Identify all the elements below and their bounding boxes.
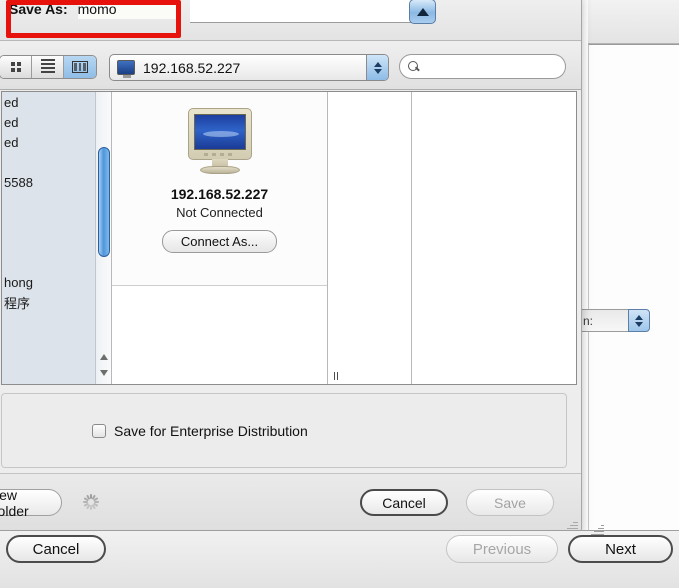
enterprise-distribution-row[interactable]: Save for Enterprise Distribution [92,423,308,439]
save-as-field-group[interactable]: Save As: [9,0,178,21]
save-as-input[interactable] [77,0,178,19]
scrollbar-thumb[interactable] [98,147,110,257]
wizard-next-button[interactable]: Next [568,535,673,563]
computer-monitor-icon [184,108,256,174]
wizard-cancel-button[interactable]: Cancel [6,535,106,563]
save-dialog-sheet: Save As: 192.168.52.227 [0,0,582,534]
background-stepper-field[interactable]: n: [578,309,628,332]
icon-view-icon [10,62,21,72]
save-as-field-extension[interactable] [190,0,421,23]
column-view-button[interactable] [64,56,96,78]
sheet-save-button[interactable]: Save [466,489,554,516]
new-folder-button[interactable]: New Folder [0,487,62,519]
background-stepper-control[interactable]: n: [578,307,650,334]
list-view-icon [40,59,55,75]
favorites-sidebar-column[interactable]: ed ed ed 5588 hong 程序 [2,92,112,384]
connection-status-text: Not Connected [176,205,263,220]
preview-column: 192.168.52.227 Not Connected Connect As.… [112,92,328,384]
connect-as-button[interactable]: Connect As... [161,230,278,253]
browser-column-empty-2[interactable] [412,92,576,384]
computer-monitor-icon [117,60,135,78]
save-as-row: Save As: [0,0,581,41]
accessory-options-panel: Save for Enterprise Distribution [1,393,567,468]
triangle-down-icon [373,68,382,74]
server-preview-panel: 192.168.52.227 Not Connected Connect As.… [112,92,327,286]
list-view-button[interactable] [32,56,64,78]
file-browser-columns: ed ed ed 5588 hong 程序 192.168.52.227 Not… [1,91,577,385]
sheet-resize-grip[interactable] [566,518,578,530]
background-window-titlebar [588,0,679,44]
triangle-up-icon [373,61,382,67]
wizard-previous-button[interactable]: Previous [446,535,558,563]
triangle-up-icon [635,314,643,320]
save-as-label: Save As: [9,1,68,17]
enterprise-distribution-checkbox[interactable] [92,423,106,438]
sidebar-scrollbar[interactable] [95,92,111,384]
stepper-updown-icon[interactable] [628,309,650,332]
sheet-cancel-button[interactable]: Cancel [360,489,448,516]
search-input[interactable] [408,59,575,74]
column-resize-handle[interactable] [334,372,338,380]
search-field[interactable] [399,54,575,79]
triangle-up-icon [416,7,429,16]
triangle-up-icon [100,354,108,360]
path-popup-label: 192.168.52.227 [143,59,241,76]
icon-view-button[interactable] [0,56,32,78]
enterprise-distribution-label: Save for Enterprise Distribution [114,422,308,439]
browser-column-empty-1[interactable] [328,92,412,384]
scroll-down-button[interactable] [99,368,109,378]
scroll-up-button[interactable] [99,352,109,362]
progress-spinner-icon [82,493,100,511]
disclosure-triangle-button[interactable] [409,0,436,24]
window-resize-grip[interactable] [590,522,604,536]
view-mode-switcher[interactable] [0,55,97,79]
background-window-body [588,44,679,534]
triangle-down-icon [635,321,643,327]
preview-title: 192.168.52.227 [170,186,269,202]
stepper-updown-icon[interactable] [366,55,388,80]
column-view-icon [72,61,88,73]
triangle-down-icon [100,370,108,376]
path-popup-button[interactable]: 192.168.52.227 [109,54,389,81]
